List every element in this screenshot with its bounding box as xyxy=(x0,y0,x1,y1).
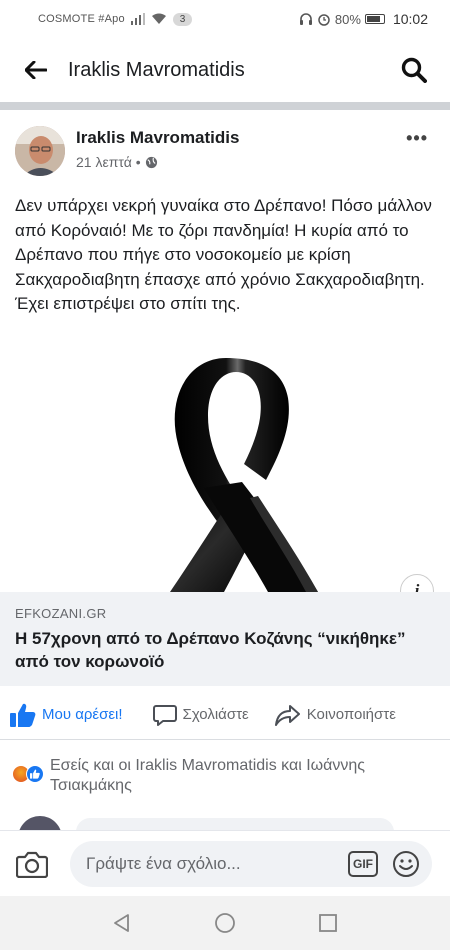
more-options-button[interactable]: ••• xyxy=(406,128,428,149)
like-reaction-icon xyxy=(26,765,44,783)
signal-icon xyxy=(130,13,145,25)
like-button[interactable]: Μου αρέσει! xyxy=(10,703,123,727)
notification-count-badge: 3 xyxy=(172,12,193,26)
emoji-icon[interactable] xyxy=(392,850,420,878)
post-image[interactable] xyxy=(0,358,450,592)
link-source: EFKOZANI.GR xyxy=(15,606,107,621)
back-button[interactable] xyxy=(18,52,54,88)
comment-label: Σχολιάστε xyxy=(182,706,249,723)
comment-button[interactable]: Σχολιάστε xyxy=(152,704,249,726)
profile-photo xyxy=(15,126,65,176)
system-navigation-bar xyxy=(0,896,450,950)
section-divider xyxy=(0,102,450,110)
post-text: Δεν υπάρχει νεκρή γυναίκα στο Δρέπανο! Π… xyxy=(15,196,432,313)
battery-icon xyxy=(364,14,385,24)
avatar[interactable] xyxy=(15,126,65,176)
post-meta: 21 λεπτά • xyxy=(76,154,158,170)
back-nav-icon[interactable] xyxy=(112,913,132,933)
post-author[interactable]: Iraklis Mavromatidis xyxy=(76,128,239,148)
comment-composer: Γράψτε ένα σχόλιο... GIF xyxy=(0,830,450,896)
status-bar: COSMOTE #Apo 3 80% 10:02 xyxy=(0,0,450,38)
headset-icon xyxy=(299,12,312,25)
recents-nav-icon[interactable] xyxy=(318,913,338,933)
like-label: Μου αρέσει! xyxy=(42,706,123,723)
back-arrow-icon xyxy=(25,61,47,79)
link-title: Η 57χρονη από το Δρέπανο Κοζάνης “νικήθη… xyxy=(15,629,406,671)
gif-button[interactable]: GIF xyxy=(348,850,378,877)
search-icon xyxy=(401,57,427,83)
clock-time: 10:02 xyxy=(392,11,428,27)
post-header: Iraklis Mavromatidis 21 λεπτά • ••• xyxy=(0,110,450,190)
reactions-summary[interactable]: Εσείς και οι Iraklis Mavromatidis και Ιω… xyxy=(0,756,450,796)
share-icon xyxy=(274,704,300,726)
search-button[interactable] xyxy=(396,52,432,88)
share-label: Κοινοποιήστε xyxy=(306,706,396,723)
black-ribbon-image xyxy=(170,358,318,592)
post-actions: Μου αρέσει! Σχολιάστε Κοινοποιήστε xyxy=(0,690,450,740)
home-nav-icon[interactable] xyxy=(214,912,236,934)
comment-input[interactable]: Γράψτε ένα σχόλιο... GIF xyxy=(70,840,432,887)
link-preview[interactable]: EFKOZANI.GR Η 57χρονη από το Δρέπανο Κοζ… xyxy=(0,592,450,686)
app-header: Iraklis Mavromatidis xyxy=(0,38,450,102)
carrier-name: COSMOTE #Apo xyxy=(38,13,125,25)
thumbs-up-icon xyxy=(10,703,36,727)
alarm-icon xyxy=(318,14,330,26)
reactions-text: Εσείς και οι Iraklis Mavromatidis και Ιω… xyxy=(50,757,365,794)
comment-placeholder: Γράψτε ένα σχόλιο... xyxy=(86,853,241,873)
battery-percent: 80% xyxy=(334,11,361,27)
camera-button[interactable] xyxy=(12,844,52,884)
reaction-icons xyxy=(12,765,44,796)
header-title: Iraklis Mavromatidis xyxy=(68,58,245,81)
post-time[interactable]: 21 λεπτά xyxy=(76,154,132,170)
comment-icon xyxy=(152,704,177,726)
camera-icon xyxy=(16,851,48,878)
globe-icon xyxy=(145,156,157,168)
wifi-icon xyxy=(151,13,166,24)
meta-separator: • xyxy=(135,154,141,170)
share-button[interactable]: Κοινοποιήστε xyxy=(274,704,396,726)
